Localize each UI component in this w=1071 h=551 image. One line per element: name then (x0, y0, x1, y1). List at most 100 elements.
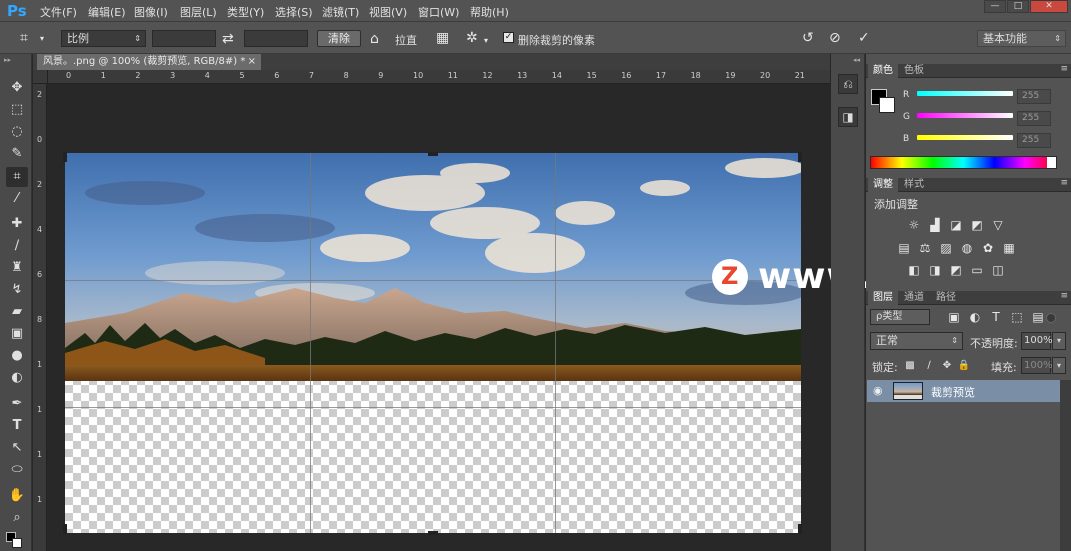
ruler-origin[interactable] (33, 70, 48, 84)
close-button[interactable]: ✕ (1030, 0, 1068, 13)
menu-edit[interactable]: 编辑(E) (88, 4, 126, 20)
marquee-tool-icon[interactable]: ⬚ (6, 100, 28, 120)
crop-handle-bottom[interactable] (428, 531, 438, 535)
vibrance-icon[interactable]: ▽ (991, 219, 1005, 231)
photo-filter-icon[interactable]: ◍ (960, 242, 974, 254)
menu-layer[interactable]: 图层(L) (180, 4, 217, 20)
type-tool-icon[interactable]: T (6, 416, 28, 436)
gradient-map-icon[interactable]: ▭ (970, 264, 984, 276)
cancel-icon[interactable]: ⊘ (829, 31, 841, 45)
menu-help[interactable]: 帮助(H) (470, 4, 509, 20)
brightness-contrast-icon[interactable]: ☼ (907, 219, 921, 231)
menu-window[interactable]: 窗口(W) (418, 4, 459, 20)
eyedropper-tool-icon[interactable]: ⁄ (6, 189, 28, 209)
color-spectrum-bar[interactable] (870, 156, 1057, 169)
swap-icon[interactable]: ⇄ (222, 32, 234, 46)
tab-paths[interactable]: 路径 (931, 291, 961, 305)
fill-dropdown[interactable]: ▾ (1052, 357, 1066, 374)
filter-toggle-icon[interactable] (1046, 313, 1056, 323)
hue-saturation-icon[interactable]: ▤ (897, 242, 911, 254)
threshold-icon[interactable]: ◩ (949, 264, 963, 276)
channel-b-slider[interactable] (917, 135, 1013, 140)
crop-handle-bottom-right[interactable] (798, 524, 802, 534)
menu-image[interactable]: 图像(I) (134, 4, 168, 20)
ratio-height-input[interactable] (244, 30, 308, 47)
ratio-select[interactable]: 比例 ⇕ (61, 30, 146, 47)
layers-scrollbar[interactable] (1060, 380, 1071, 551)
fill-input[interactable]: 100% (1021, 357, 1053, 374)
layer-filter-select[interactable]: ρ类型 (870, 309, 930, 325)
channel-r-input[interactable]: 255 (1017, 89, 1051, 104)
lock-all-icon[interactable]: 🔒 (957, 360, 971, 372)
straighten-icon[interactable]: ⌂ (370, 32, 379, 46)
move-tool-icon[interactable]: ✥ (6, 78, 28, 98)
channel-g-input[interactable]: 255 (1017, 111, 1051, 126)
pen-tool-icon[interactable]: ✒ (6, 394, 28, 414)
delete-cropped-checkbox[interactable]: ✓ (503, 32, 514, 43)
collapse-icon[interactable]: ▸▸ (4, 56, 11, 64)
document-tab[interactable]: 风景。.png @ 100% (裁剪预览, RGB/8#) * × (37, 54, 261, 70)
menu-select[interactable]: 选择(S) (275, 4, 313, 20)
background-color-swatch[interactable] (879, 97, 895, 113)
commit-check-icon[interactable]: ✓ (858, 31, 870, 45)
eraser-tool-icon[interactable]: ▰ (6, 302, 28, 322)
crop-handle-top[interactable] (428, 152, 438, 156)
lasso-tool-icon[interactable]: ◌ (6, 122, 28, 142)
crop-tool-preset-icon[interactable]: ⌗ (20, 31, 28, 45)
tab-styles[interactable]: 样式 (899, 178, 929, 192)
panel-menu-icon[interactable]: ≡ (1060, 291, 1068, 301)
tab-swatches[interactable]: 色板 (899, 64, 929, 78)
filter-pixel-icon[interactable]: ▣ (947, 311, 961, 323)
maximize-button[interactable]: □ (1007, 0, 1029, 13)
filter-shape-icon[interactable]: ⬚ (1010, 311, 1024, 323)
selective-color-icon[interactable]: ◫ (991, 264, 1005, 276)
workspace-select[interactable]: 基本功能 ⇕ (977, 30, 1066, 47)
channel-mixer-icon[interactable]: ✿ (981, 242, 995, 254)
lock-position-icon[interactable]: ✥ (940, 360, 954, 372)
tab-channels[interactable]: 通道 (899, 291, 929, 305)
crop-handle-top-right[interactable] (798, 152, 802, 162)
hand-tool-icon[interactable]: ✋ (6, 486, 28, 506)
grid-overlay-icon[interactable]: ▦ (436, 31, 449, 45)
spectrum-white[interactable] (1047, 157, 1056, 168)
image-canvas[interactable] (65, 153, 801, 533)
exposure-icon[interactable]: ◩ (970, 219, 984, 231)
panel-menu-icon[interactable]: ≡ (1060, 64, 1068, 74)
zoom-tool-icon[interactable]: ⌕ (6, 508, 28, 528)
eye-icon[interactable]: ◉ (873, 384, 883, 397)
gear-icon[interactable]: ✲ (466, 31, 478, 45)
blend-mode-select[interactable]: 正常 ⇕ (870, 332, 963, 350)
opacity-dropdown[interactable]: ▾ (1052, 332, 1066, 350)
crop-handle-top-left[interactable] (63, 152, 67, 162)
clear-button[interactable]: 清除 (317, 30, 361, 47)
blur-tool-icon[interactable]: ● (6, 346, 28, 366)
tab-layers[interactable]: 图层 (868, 291, 898, 305)
channel-r-slider[interactable] (917, 91, 1013, 96)
brush-tool-icon[interactable]: ∕ (6, 236, 28, 256)
black-white-icon[interactable]: ▨ (939, 242, 953, 254)
color-balance-icon[interactable]: ⚖ (918, 242, 932, 254)
ratio-width-input[interactable] (152, 30, 216, 47)
lock-transparent-icon[interactable]: ▩ (903, 360, 917, 372)
gradient-tool-icon[interactable]: ▣ (6, 324, 28, 344)
filter-adjustment-icon[interactable]: ◐ (968, 311, 982, 323)
opacity-input[interactable]: 100% (1021, 332, 1053, 350)
dodge-tool-icon[interactable]: ◐ (6, 368, 28, 388)
posterize-icon[interactable]: ◨ (928, 264, 942, 276)
vertical-ruler[interactable]: 2 0 2 4 6 8 1 1 1 1 (33, 84, 47, 551)
path-selection-tool-icon[interactable]: ↖ (6, 438, 28, 458)
tab-adjustments[interactable]: 调整 (868, 178, 898, 192)
reset-icon[interactable]: ↺ (802, 31, 814, 45)
menu-view[interactable]: 视图(V) (369, 4, 407, 20)
properties-panel-icon[interactable]: ◨ (838, 107, 858, 127)
menu-type[interactable]: 类型(Y) (227, 4, 264, 20)
crop-handle-bottom-left[interactable] (63, 524, 67, 534)
history-brush-tool-icon[interactable]: ↯ (6, 280, 28, 300)
menu-file[interactable]: 文件(F) (40, 4, 77, 20)
lock-pixels-icon[interactable]: ∕ (922, 360, 936, 372)
background-color-swatch[interactable] (12, 538, 22, 548)
invert-icon[interactable]: ◧ (907, 264, 921, 276)
filter-smart-object-icon[interactable]: ▤ (1031, 311, 1045, 323)
menu-filter[interactable]: 滤镜(T) (322, 4, 359, 20)
panel-menu-icon[interactable]: ≡ (1060, 178, 1068, 188)
